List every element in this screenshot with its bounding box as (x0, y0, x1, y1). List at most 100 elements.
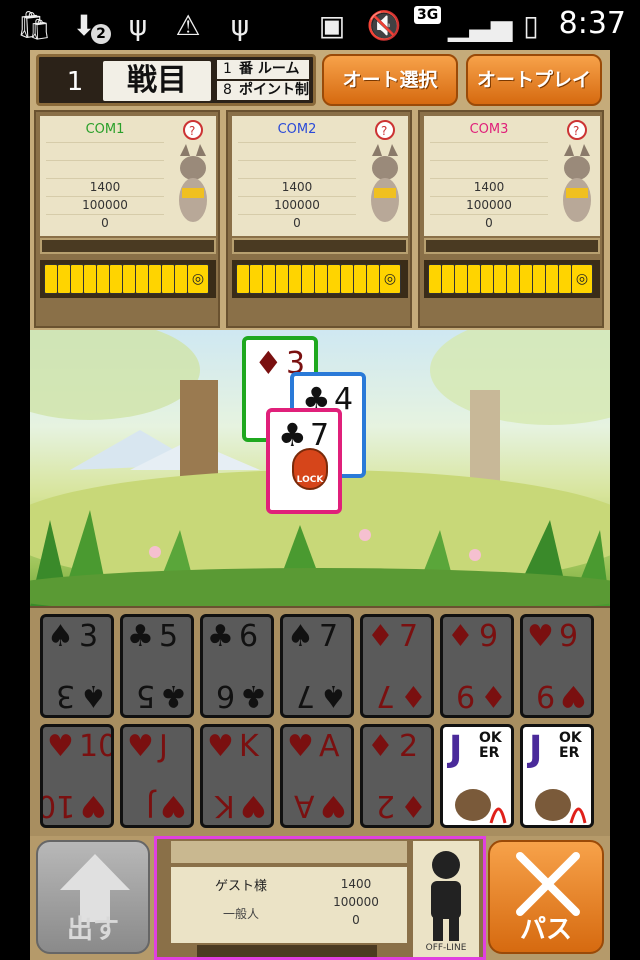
card-rank: 6 (215, 678, 235, 713)
card-back (428, 264, 442, 294)
card-suit: ♠ (287, 619, 314, 654)
network-type: 3G (414, 6, 442, 24)
divider (46, 142, 164, 143)
card-suit: ♥ (320, 788, 347, 823)
notification-count: 2 (91, 24, 111, 44)
opponent-info: COM1 1400 100000 0 (40, 116, 170, 236)
play-field: ♦ 3 ♣ 4 ♣ 7 LOCK (30, 330, 610, 606)
card-suit: ♦ (367, 729, 394, 764)
card-back (236, 264, 250, 294)
hand-card-joker[interactable]: J OK ER (520, 724, 594, 828)
hand-card[interactable]: ♣ 6 ♣ 6 (200, 614, 274, 718)
card-rank: 7 (319, 619, 339, 654)
shopping-bag-icon: 🛍 (16, 8, 52, 42)
card-suit: ♥ (527, 619, 554, 654)
pass-button[interactable]: パス (488, 840, 604, 954)
card-back (262, 264, 276, 294)
card-back (109, 264, 123, 294)
fox-icon: ? (563, 120, 591, 222)
mute-icon: 🔇 (366, 8, 402, 42)
hand-card[interactable]: ♠ 7 ♠ 7 (280, 614, 354, 718)
card-back (366, 264, 380, 294)
opponent-panel-com2: COM2 1400 100000 0? ◎ (226, 110, 412, 328)
card-back (57, 264, 71, 294)
opponent-bar (232, 238, 408, 254)
opponent-avatar: ? (362, 116, 408, 236)
card-rank: 6 (239, 619, 259, 654)
player-name: ゲスト様 (214, 879, 267, 894)
divider (430, 160, 548, 161)
card-suit: ♦ (400, 788, 427, 823)
game-screen: 1 戦目 1 番 ルーム 8 ポイント制 オート選択 オートプレイ COM1 1400… (30, 50, 610, 960)
card-suit: ♣ (207, 619, 234, 654)
card-back (161, 264, 175, 294)
card-rank: 9 (455, 678, 475, 713)
hand-card[interactable]: ♣ 5 ♣ 5 (120, 614, 194, 718)
player-status: OFF-LINE (425, 943, 467, 953)
opponent-info: COM2 1400 100000 0 (232, 116, 362, 236)
opponent-hand: ◎ (232, 260, 408, 298)
warning-icon: ⚠ (175, 8, 201, 42)
hand-card[interactable]: ♥ 10 ♥ 10 (40, 724, 114, 828)
opponent-hand: ◎ (40, 260, 216, 298)
card-back (506, 264, 520, 294)
bottom-bar: 出す ゲスト様 一般人 1400 100000 0 OFF-LINE パス (30, 836, 610, 960)
player-money: 100000 (333, 895, 379, 909)
hand-card[interactable]: ♥ A ♥ A (280, 724, 354, 828)
card-rank: K (239, 729, 259, 764)
card-suit: ♥ (80, 788, 107, 823)
hand-card[interactable]: ♦ 9 ♦ 9 (440, 614, 514, 718)
card-back (288, 264, 302, 294)
player-rank: 一般人 (222, 907, 259, 921)
divider (238, 142, 356, 143)
joker-letter: J (529, 729, 543, 770)
opponent-name: COM1 (85, 122, 125, 137)
joker-letter: J (449, 729, 463, 770)
card-rank: 7 (399, 619, 419, 654)
card-rank: 10 (79, 729, 114, 764)
hand-card[interactable]: ♠ 3 ♠ 3 (40, 614, 114, 718)
card-rank: 7 (295, 678, 315, 713)
card-suit: ♦ (400, 678, 427, 713)
player-info: ゲスト様 一般人 1400 100000 0 (171, 867, 407, 943)
card-back (353, 264, 367, 294)
card-back (493, 264, 507, 294)
divider (430, 214, 548, 215)
card-back (519, 264, 533, 294)
hand-card[interactable]: ♥ J ♥ J (120, 724, 194, 828)
divider (238, 178, 356, 179)
game-header: 1 戦目 1 番 ルーム 8 ポイント制 オート選択 オートプレイ (30, 50, 610, 108)
opponent-panel-com3: COM3 1400 100000 0? ◎ (418, 110, 604, 328)
card-back (148, 264, 162, 294)
player-avatar: OFF-LINE (413, 841, 479, 957)
opponent-avatar: ? (170, 116, 216, 236)
silhouette-icon (431, 851, 461, 941)
play-button[interactable]: 出す (36, 840, 150, 954)
card-back (545, 264, 559, 294)
hand-card-joker[interactable]: J OK ER (440, 724, 514, 828)
opponent-points: 1400 (281, 180, 313, 194)
hand-card[interactable]: ♥ 9 ♥ 9 (520, 614, 594, 718)
opponents-row: COM1 1400 100000 0? ◎ COM2 1400 100000 0? ◎ COM3… (30, 108, 610, 330)
rule-points-number: 8 (223, 82, 232, 98)
hand-card[interactable]: ♦ 7 ♦ 7 (360, 614, 434, 718)
round-number: 1 (66, 67, 84, 97)
card-back (454, 264, 468, 294)
round-label: 戦目 (103, 61, 211, 101)
hand-card[interactable]: ♥ K ♥ K (200, 724, 274, 828)
lock-icon: LOCK (292, 448, 328, 490)
card-rank: A (319, 729, 340, 764)
opponent-score: 0 (293, 216, 301, 230)
hand-card[interactable]: ♦ 2 ♦ 2 (360, 724, 434, 828)
auto-select-button[interactable]: オート選択 (322, 54, 458, 106)
card-back (135, 264, 149, 294)
player-panel-header (171, 841, 407, 863)
card-suit: ♣ (240, 678, 267, 713)
auto-play-button[interactable]: オートプレイ (466, 54, 602, 106)
svg-text:?: ? (189, 124, 195, 138)
opponent-score: 0 (485, 216, 493, 230)
opponent-score: 0 (101, 216, 109, 230)
card-suit: ♥ (240, 788, 267, 823)
card-back (275, 264, 289, 294)
card-rank: 7 (375, 678, 395, 713)
